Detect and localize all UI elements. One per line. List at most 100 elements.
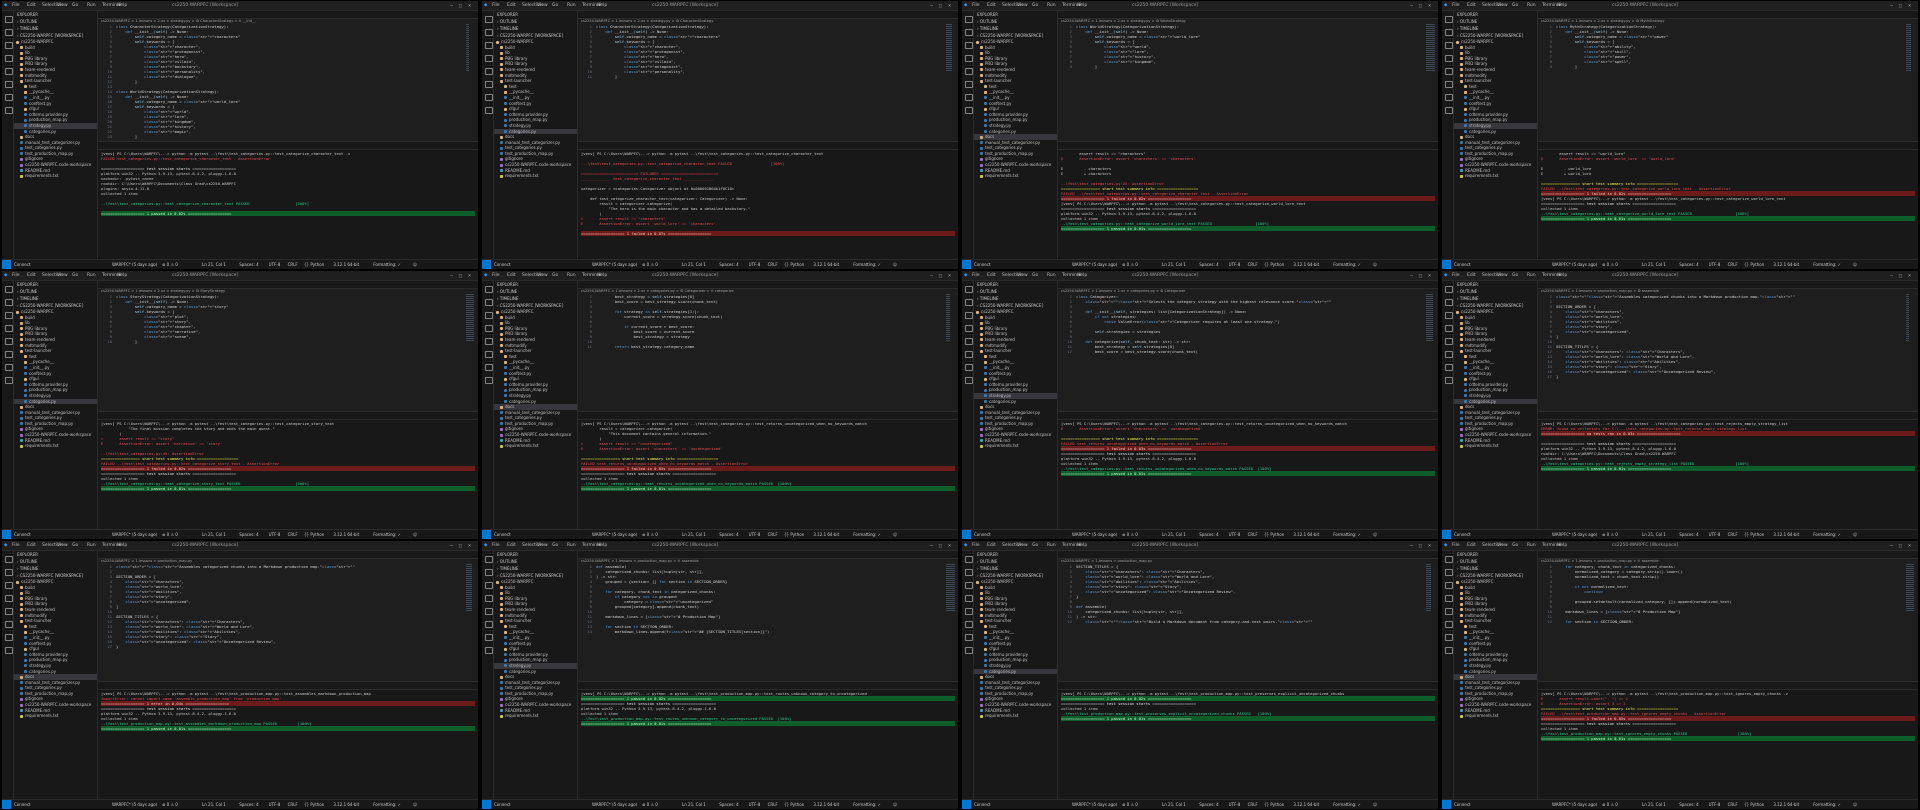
status-branch[interactable]: WARPFC* (5 days ago) (1552, 802, 1597, 807)
code-editor[interactable]: 1 def assemble(2 categorized_chunks: list… (578, 564, 958, 681)
status-item[interactable]: Ln 21, Col 1 (1162, 532, 1186, 537)
extensions-icon[interactable] (964, 608, 973, 615)
explorer-item[interactable]: requirements.txt (974, 173, 1057, 179)
menu-item-file[interactable]: File (492, 543, 500, 548)
testing-icon[interactable] (964, 621, 973, 628)
menu-item-run[interactable]: Run (1047, 3, 1056, 8)
status-item[interactable]: ☺ (1853, 532, 1857, 537)
status-problems[interactable]: ⊗ 0 ⚠ 0 (1602, 262, 1618, 267)
remote-icon[interactable] (1444, 364, 1453, 371)
status-connect[interactable]: Connect (14, 802, 31, 807)
terminal[interactable]: [venv] PS C:\Users\WARPFC\...> python -m… (98, 420, 478, 530)
minimap[interactable] (1906, 294, 1916, 394)
explorer-item[interactable]: requirements.txt (14, 443, 97, 449)
explorer-item[interactable]: requirements.txt (974, 443, 1057, 449)
status-item[interactable]: CRLF (768, 532, 778, 537)
menu-item-help[interactable]: Help (1557, 3, 1567, 8)
explorer-section[interactable]: › OUTLINE (1454, 18, 1537, 25)
testing-icon[interactable] (484, 621, 493, 628)
claude-icon[interactable] (484, 107, 493, 114)
menu-item-go[interactable]: Go (552, 3, 558, 8)
menu-item-view[interactable]: View (1017, 273, 1028, 278)
menu-item-go[interactable]: Go (72, 543, 78, 548)
close-icon[interactable]: × (948, 273, 951, 279)
status-item[interactable]: Spaces: 4 (719, 802, 738, 807)
menu-item-edit[interactable]: Edit (27, 3, 36, 8)
testing-icon[interactable] (484, 81, 493, 88)
terminal[interactable]: [venv] PS C:\Users\WARPFC\...> python -m… (1538, 420, 1918, 530)
maximize-icon[interactable]: □ (939, 273, 942, 279)
testing-icon[interactable] (4, 81, 13, 88)
menu-item-go[interactable]: Go (1032, 273, 1038, 278)
status-item[interactable]: UTF-8 (1229, 262, 1241, 267)
status-item[interactable]: ☺ (413, 532, 417, 537)
command-center-search[interactable]: cs2250-WARPFC [Workspace] (652, 273, 718, 278)
minimap[interactable] (946, 564, 956, 664)
close-icon[interactable]: × (468, 273, 471, 279)
menu-item-run[interactable]: Run (87, 3, 96, 8)
status-item[interactable]: UTF-8 (1229, 802, 1241, 807)
extensions-icon[interactable] (964, 68, 973, 75)
extensions-icon[interactable] (1444, 608, 1453, 615)
menu-item-edit[interactable]: Edit (987, 543, 996, 548)
minimap[interactable] (1906, 564, 1916, 664)
status-item[interactable]: UTF-8 (1709, 802, 1721, 807)
search-icon[interactable] (964, 29, 973, 36)
status-branch[interactable]: WARPFC* (5 days ago) (1072, 532, 1117, 537)
menu-item-file[interactable]: File (972, 3, 980, 8)
status-item[interactable]: Ln 21, Col 1 (202, 262, 226, 267)
explorer-icon[interactable] (484, 16, 493, 23)
explorer-section[interactable]: › TIMELINE (494, 565, 577, 572)
status-connect[interactable]: Connect (974, 802, 991, 807)
source-control-icon[interactable] (1444, 312, 1453, 319)
source-control-icon[interactable] (484, 42, 493, 49)
explorer-section[interactable]: › CS2250-WARPFC [WORKSPACE] (14, 302, 97, 309)
testing-icon[interactable] (1444, 81, 1453, 88)
status-item[interactable]: ☺ (1373, 802, 1377, 807)
run-debug-icon[interactable] (4, 595, 13, 602)
run-debug-icon[interactable] (484, 595, 493, 602)
search-icon[interactable] (484, 29, 493, 36)
menu-item-view[interactable]: View (57, 3, 68, 8)
status-connect[interactable]: Connect (974, 532, 991, 537)
code-editor[interactable]: 1 class StoryStrategy(CategorizationStrat… (98, 294, 478, 411)
explorer-section[interactable]: › TIMELINE (494, 295, 577, 302)
minimap[interactable] (946, 294, 956, 394)
status-item[interactable]: ☺ (893, 532, 897, 537)
remote-icon[interactable] (964, 94, 973, 101)
status-item[interactable]: 3.12.1 64-bit (813, 262, 839, 267)
menu-item-help[interactable]: Help (1077, 3, 1087, 8)
explorer-section[interactable]: › TIMELINE (974, 295, 1057, 302)
menu-item-run[interactable]: Run (1527, 273, 1536, 278)
explorer-icon[interactable] (1444, 286, 1453, 293)
menu-item-view[interactable]: View (537, 273, 548, 278)
menu-item-help[interactable]: Help (597, 543, 607, 548)
status-item[interactable]: {} Python (784, 262, 804, 267)
status-item[interactable]: UTF-8 (269, 262, 281, 267)
status-item[interactable]: Spaces: 4 (1679, 802, 1698, 807)
maximize-icon[interactable]: □ (459, 543, 462, 549)
claude-icon[interactable] (484, 647, 493, 654)
explorer-section[interactable]: › TIMELINE (1454, 295, 1537, 302)
maximize-icon[interactable]: □ (939, 3, 942, 9)
terminal[interactable]: [venv] PS C:\Users\WARPFC\...> python -m… (1058, 420, 1438, 530)
command-center-search[interactable]: cs2250-WARPFC [Workspace] (1132, 543, 1198, 548)
minimize-icon[interactable]: – (450, 273, 453, 279)
status-item[interactable]: {} Python (304, 262, 324, 267)
maximize-icon[interactable]: □ (1899, 543, 1902, 549)
status-item[interactable]: CRLF (1728, 802, 1738, 807)
status-item[interactable]: UTF-8 (1229, 532, 1241, 537)
minimize-icon[interactable]: – (450, 3, 453, 9)
extensions-icon[interactable] (1444, 338, 1453, 345)
status-item[interactable]: 3.12.1 64-bit (1293, 532, 1319, 537)
status-item[interactable]: 3.12.1 64-bit (1773, 262, 1799, 267)
testing-icon[interactable] (4, 621, 13, 628)
status-item[interactable]: {} Python (1744, 262, 1764, 267)
code-editor[interactable]: 1 class="str">""class="str">"Assembles ca… (98, 564, 478, 681)
status-item[interactable]: Formatting: ✓ (1813, 532, 1841, 537)
menu-item-help[interactable]: Help (117, 273, 127, 278)
status-item[interactable]: CRLF (288, 262, 298, 267)
menu-item-edit[interactable]: Edit (1467, 3, 1476, 8)
menu-item-run[interactable]: Run (1047, 543, 1056, 548)
status-item[interactable]: UTF-8 (749, 802, 761, 807)
